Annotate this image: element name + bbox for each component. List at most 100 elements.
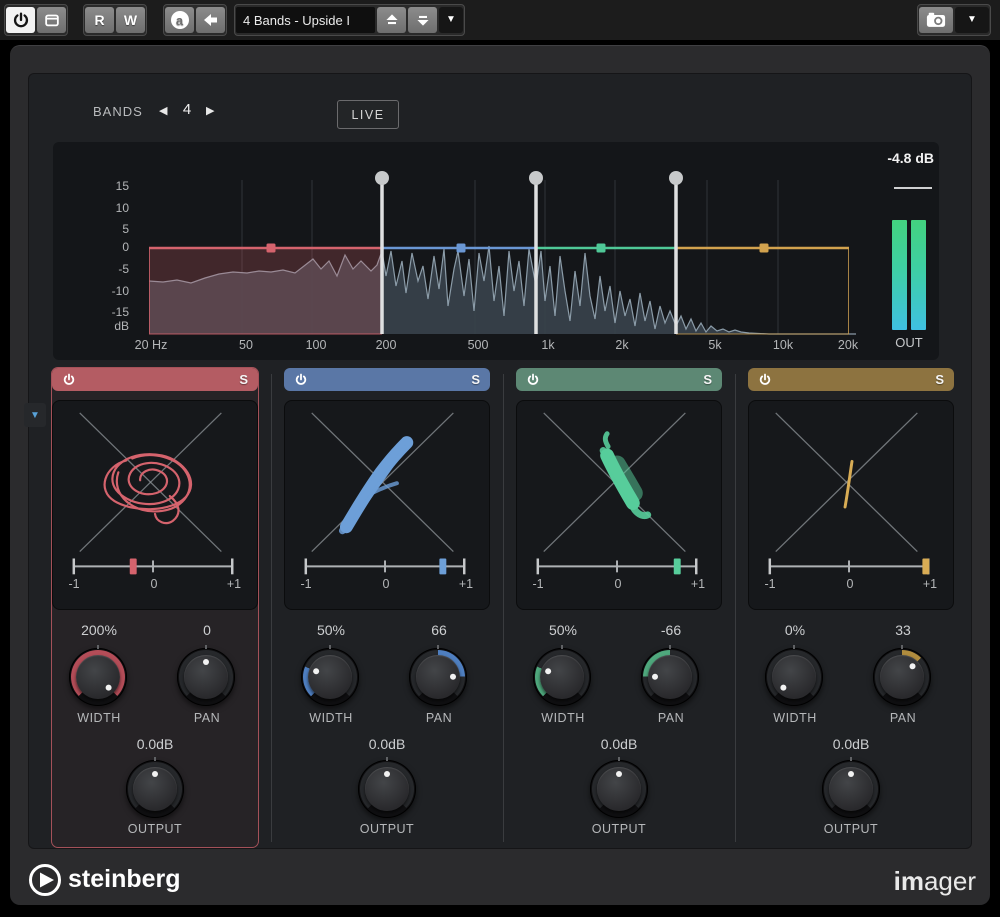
bypass-button[interactable]: [37, 7, 66, 33]
width-label: WIDTH: [309, 711, 352, 725]
band-2-vectorscope: -1 0 +1: [284, 400, 490, 610]
out-label: OUT: [895, 335, 922, 350]
width-value: 0%: [785, 622, 805, 638]
band-1-vectorscope: -1 0 +1: [52, 400, 258, 610]
next-preset-button[interactable]: [408, 7, 437, 33]
live-button[interactable]: LIVE: [337, 100, 399, 129]
pan-label: PAN: [658, 711, 684, 725]
correlation-scale-min: -1: [300, 577, 311, 591]
pan-value: 66: [431, 622, 447, 638]
meter-peak-line: [894, 187, 932, 189]
output-meter-bar-right: [911, 220, 926, 330]
freq-tick: 200: [376, 338, 397, 352]
pan-label: PAN: [890, 711, 916, 725]
pan-knob[interactable]: [409, 648, 467, 706]
pan-label: PAN: [194, 711, 220, 725]
freq-tick: 20 Hz: [135, 338, 168, 352]
width-label: WIDTH: [773, 711, 816, 725]
preset-name-field[interactable]: 4 Bands - Upside I: [236, 7, 375, 33]
freq-tick: 20k: [838, 338, 858, 352]
column-divider: [503, 374, 504, 842]
output-knob[interactable]: [590, 760, 648, 818]
previous-preset-button[interactable]: [377, 7, 406, 33]
band-solo-button[interactable]: S: [935, 372, 944, 387]
width-knob[interactable]: [301, 648, 359, 706]
width-knob[interactable]: [533, 648, 591, 706]
output-knob[interactable]: [822, 760, 880, 818]
band-1-panel: S -1 0 +1 200% 0 WIDTH PAN 0.0dB OUTPUT: [52, 368, 258, 847]
output-knob[interactable]: [358, 760, 416, 818]
db-tick: 10: [73, 201, 129, 216]
output-level-value: -4.8 dB: [887, 150, 934, 166]
band-2-panel: S -1 0 +1 50% 66 WIDTH PAN 0.0dB OUTPUT: [284, 368, 490, 847]
pan-value: -66: [661, 622, 681, 638]
db-tick: -5: [73, 262, 129, 277]
band-solo-button[interactable]: S: [703, 372, 712, 387]
width-knob[interactable]: [765, 648, 823, 706]
toolbar: R W a 4 Bands - Upside I ▼: [0, 0, 1000, 40]
correlation-scale-zero: 0: [847, 577, 854, 591]
write-automation-button[interactable]: W: [116, 7, 145, 33]
width-value: 50%: [549, 622, 577, 638]
pan-knob[interactable]: [641, 648, 699, 706]
spectrum-plot[interactable]: [149, 170, 856, 334]
preset-menu-button[interactable]: ▼: [439, 7, 463, 33]
freq-tick: 5k: [708, 338, 721, 352]
band-solo-button[interactable]: S: [471, 372, 480, 387]
bands-label: BANDS: [93, 104, 143, 119]
band-4-vectorscope: -1 0 +1: [748, 400, 954, 610]
automation-button[interactable]: a: [165, 7, 194, 33]
pan-knob[interactable]: [177, 648, 235, 706]
functions-menu-button[interactable]: ▼: [955, 7, 989, 33]
output-label: OUTPUT: [592, 822, 646, 836]
output-knob[interactable]: [126, 760, 184, 818]
db-tick: 15: [73, 179, 129, 194]
freq-tick: 50: [239, 338, 253, 352]
bands-decrease-button[interactable]: ◀: [159, 104, 167, 117]
db-axis-label: dB: [73, 319, 129, 334]
correlation-scale-min: -1: [68, 577, 79, 591]
width-knob[interactable]: [69, 648, 127, 706]
correlation-scale-zero: 0: [383, 577, 390, 591]
brand-name: steinberg: [68, 865, 181, 894]
output-label: OUTPUT: [824, 822, 878, 836]
correlation-scale-max: +1: [227, 577, 241, 591]
db-tick: -15: [73, 305, 129, 320]
product-name-bold: im: [894, 866, 924, 896]
band-2-header: S: [284, 368, 490, 391]
band-power-button[interactable]: [526, 373, 540, 387]
read-automation-button[interactable]: R: [85, 7, 114, 33]
pan-knob[interactable]: [873, 648, 931, 706]
width-label: WIDTH: [541, 711, 584, 725]
correlation-scale-min: -1: [532, 577, 543, 591]
output-meter-bar-left: [892, 220, 907, 330]
output-value: 0.0dB: [369, 736, 406, 752]
freq-tick: 1k: [541, 338, 554, 352]
freq-tick: 100: [306, 338, 327, 352]
band-power-button[interactable]: [758, 373, 772, 387]
freq-tick: 2k: [615, 338, 628, 352]
pan-value: 33: [895, 622, 911, 638]
plugin-power-button[interactable]: [6, 7, 35, 33]
column-divider: [271, 374, 272, 842]
collapse-bands-button[interactable]: ▼: [24, 403, 46, 427]
db-tick: 5: [73, 222, 129, 237]
bands-count: 4: [177, 101, 197, 118]
pan-value: 0: [203, 622, 211, 638]
output-label: OUTPUT: [128, 822, 182, 836]
previous-preset-icon: [384, 12, 400, 28]
back-arrow-button[interactable]: [196, 7, 225, 33]
band-solo-button[interactable]: S: [239, 372, 248, 387]
camera-icon: [926, 12, 946, 28]
bands-increase-button[interactable]: ▶: [206, 104, 214, 117]
power-icon: [12, 11, 30, 29]
band-power-button[interactable]: [294, 373, 308, 387]
band-3-header: S: [516, 368, 722, 391]
output-label: OUTPUT: [360, 822, 414, 836]
back-arrow-icon: [203, 13, 219, 27]
snapshot-button[interactable]: [919, 7, 953, 33]
correlation-scale-zero: 0: [615, 577, 622, 591]
output-value: 0.0dB: [601, 736, 638, 752]
steinberg-logo-icon: [28, 863, 62, 897]
band-power-button[interactable]: [62, 373, 76, 387]
